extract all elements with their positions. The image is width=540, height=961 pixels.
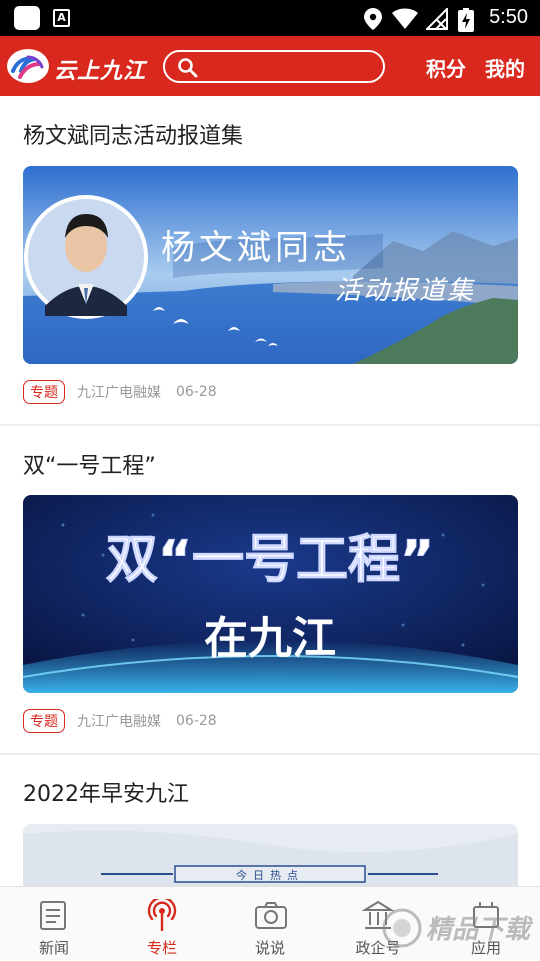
- battery-charging-icon: [458, 8, 474, 32]
- list-item[interactable]: 杨文斌同志活动报道集 杨文斌同志 活动报道集 专题 九江广电融媒 06-28: [0, 96, 540, 426]
- cover-caption-2: 活动报道集: [335, 276, 475, 306]
- cover-caption-2: 在九江: [204, 613, 336, 664]
- status-time: 5:50: [489, 6, 528, 28]
- broadcast-icon: [147, 899, 177, 931]
- search-input[interactable]: [163, 50, 385, 83]
- item-cover-image[interactable]: 杨文斌同志 活动报道集: [23, 166, 518, 364]
- item-date: 06-28: [176, 384, 217, 400]
- item-date: 06-28: [176, 713, 217, 729]
- nav-item-column[interactable]: 专栏: [108, 887, 216, 961]
- list-item[interactable]: 2022年早安九江 今日热点: [0, 756, 540, 886]
- item-cover-image[interactable]: 双“一号工程” 在九江: [23, 495, 518, 693]
- cover-caption-1: 双“一号工程”: [106, 530, 434, 590]
- topic-tag: 专题: [23, 709, 65, 733]
- watermark-logo: 精品下载: [382, 908, 534, 948]
- a-notification-icon: A: [53, 9, 70, 27]
- camera-icon: [255, 902, 287, 929]
- no-signal-icon: [426, 8, 448, 30]
- app-logo-text: 云上九江: [54, 59, 147, 84]
- news-icon: [40, 901, 66, 930]
- app-header: 云上九江 积分 我的: [0, 36, 540, 96]
- location-icon: [364, 8, 382, 30]
- item-source: 九江广电融媒: [77, 385, 161, 401]
- nav-label: 说说: [254, 939, 285, 957]
- topic-tag: 专题: [23, 380, 65, 404]
- search-icon: [178, 58, 198, 78]
- cover-caption-1: 今日热点: [236, 868, 304, 882]
- status-bar: A 5:50: [0, 0, 540, 36]
- item-source: 九江广电融媒: [77, 714, 161, 730]
- item-title: 杨文斌同志活动报道集: [23, 124, 244, 149]
- item-cover-image[interactable]: 今日热点: [23, 824, 518, 886]
- item-title: 2022年早安九江: [23, 782, 189, 807]
- divider: [0, 753, 540, 755]
- nav-label: 新闻: [38, 939, 69, 957]
- points-button[interactable]: 积分: [426, 53, 466, 82]
- wifi-icon: [392, 8, 418, 29]
- item-meta: 专题 九江广电融媒 06-28: [23, 380, 217, 404]
- feed-list: 杨文斌同志活动报道集 杨文斌同志 活动报道集 专题 九江广电融媒 06-28 双…: [0, 96, 540, 886]
- mine-button[interactable]: 我的: [485, 53, 525, 82]
- app-logo-icon[interactable]: [6, 47, 50, 85]
- nav-label: 专栏: [146, 939, 177, 957]
- watermark-text: 精品下载: [426, 915, 534, 945]
- item-meta: 专题 九江广电融媒 06-28: [23, 709, 217, 733]
- notification-square-icon: [14, 6, 40, 30]
- list-item[interactable]: 双“一号工程” 双“一号工程” 在九江 专题 九江广电融媒 06-28: [0, 426, 540, 756]
- item-title: 双“一号工程”: [23, 454, 156, 479]
- nav-item-news[interactable]: 新闻: [0, 887, 108, 961]
- nav-item-talk[interactable]: 说说: [216, 887, 324, 961]
- cover-caption-1: 杨文斌同志: [161, 228, 351, 268]
